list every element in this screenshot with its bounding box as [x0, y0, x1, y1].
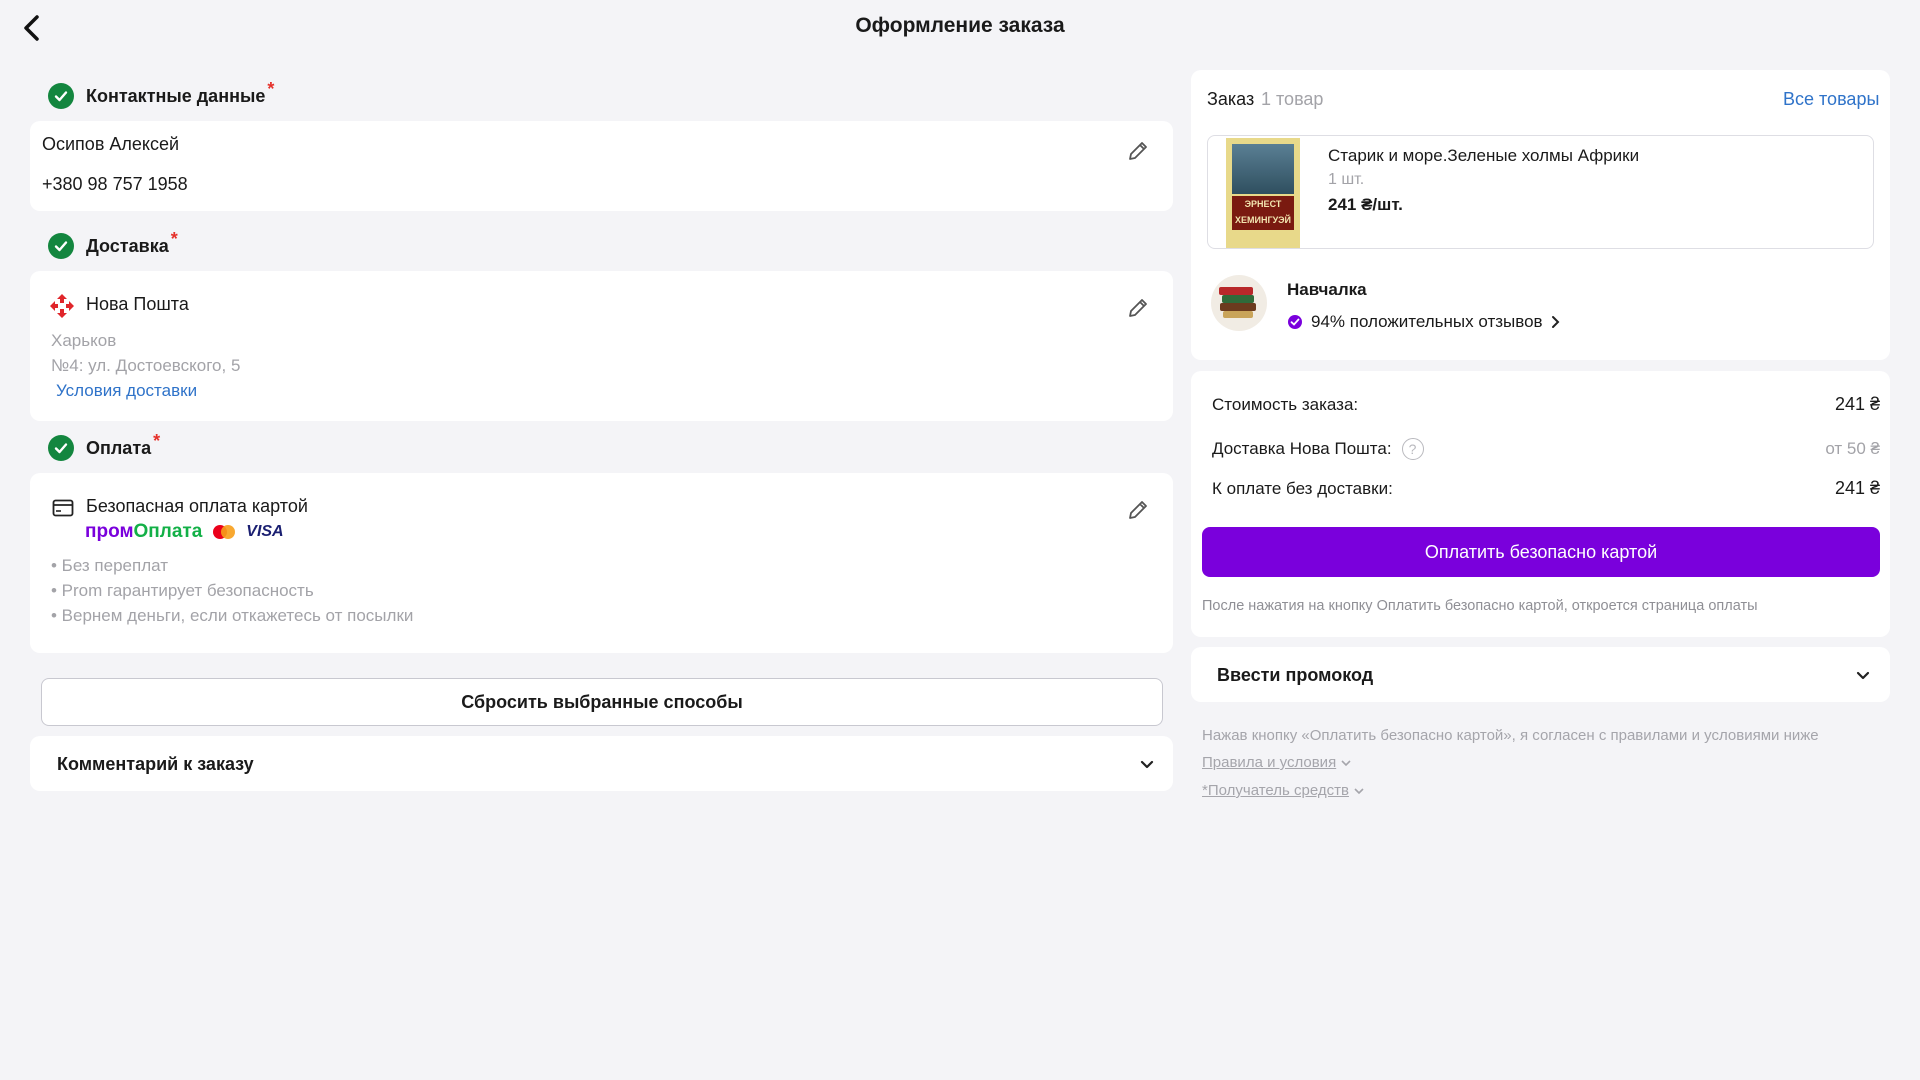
- payment-section-header: Оплата *: [48, 431, 160, 461]
- contacts-card: Осипов Алексей +380 98 757 1958: [30, 121, 1173, 211]
- order-count: 1 товар: [1261, 89, 1324, 109]
- edit-delivery-button[interactable]: [1121, 291, 1155, 325]
- rules-link[interactable]: Правила и условия: [1202, 754, 1352, 771]
- payment-benefit: • Вернем деньги, если откажетесь от посы…: [51, 606, 414, 625]
- summary-card: Стоимость заказа: 241 ₴ Доставка Нова По…: [1191, 371, 1890, 637]
- delivery-cost-value: от 50 ₴: [1825, 439, 1880, 458]
- seller-rating: 94% положительных отзывов: [1311, 312, 1543, 331]
- promo-label: Ввести промокод: [1217, 665, 1374, 685]
- delivery-branch: №4: ул. Достоевского, 5: [51, 356, 241, 375]
- payment-card: Безопасная оплата картой промОплата VISA…: [30, 473, 1173, 653]
- payment-benefit: • Prom гарантирует безопасность: [51, 581, 314, 600]
- chevron-down-icon: [1856, 668, 1870, 686]
- required-mark: *: [153, 430, 161, 451]
- chevron-down-icon: [1140, 757, 1154, 775]
- check-icon: [48, 435, 74, 461]
- book-cover-image: ЭРНЕСТ ХЕМИНГУЭЙ: [1226, 138, 1300, 248]
- seller-name: Навчалка: [1287, 280, 1367, 299]
- chevron-right-icon: [1551, 316, 1559, 328]
- order-card: Заказ 1 товар Все товары ЭРНЕСТ ХЕМИНГУЭ…: [1191, 70, 1890, 360]
- recipient-link-label: *Получатель средств: [1202, 782, 1349, 799]
- help-icon[interactable]: ?: [1401, 438, 1424, 460]
- check-icon: [48, 233, 74, 259]
- pay-securely-button[interactable]: Оплатить безопасно картой: [1202, 527, 1880, 577]
- chevron-down-icon: [1341, 759, 1351, 766]
- order-cost-row: Стоимость заказа: 241 ₴: [1212, 394, 1880, 415]
- seller-avatar-icon: [1211, 275, 1267, 331]
- check-icon: [48, 83, 74, 109]
- card-icon: [52, 499, 74, 522]
- chevron-down-icon: [1354, 787, 1364, 794]
- comment-label: Комментарий к заказу: [57, 754, 254, 774]
- rules-link-label: Правила и условия: [1202, 754, 1337, 771]
- delivery-card: Нова Пошта Харьков №4: ул. Достоевского,…: [30, 271, 1173, 421]
- book-cover-author: ХЕМИНГУЭЙ: [1235, 215, 1291, 225]
- mastercard-icon: [212, 524, 236, 540]
- payment-method: Безопасная оплата картой: [86, 496, 308, 516]
- order-item[interactable]: ЭРНЕСТ ХЕМИНГУЭЙ Старик и море.Зеленые х…: [1207, 135, 1874, 249]
- to-pay-value: 241 ₴: [1834, 478, 1880, 498]
- contact-phone: +380 98 757 1958: [42, 174, 188, 194]
- delivery-cost-label: Доставка Нова Пошта:: [1212, 439, 1392, 458]
- delivery-conditions-link[interactable]: Условия доставки: [56, 381, 197, 401]
- payment-benefit: • Без переплат: [51, 556, 168, 575]
- delivery-section-header: Доставка *: [48, 229, 178, 259]
- required-mark: *: [170, 228, 178, 249]
- edit-payment-button[interactable]: [1121, 493, 1155, 527]
- promo-code-toggle[interactable]: Ввести промокод: [1191, 647, 1890, 702]
- visa-logo: VISA: [246, 523, 284, 540]
- cost-value: 241 ₴: [1834, 394, 1880, 414]
- reset-methods-button[interactable]: Сбросить выбранные способы: [41, 678, 1163, 726]
- all-items-link[interactable]: Все товары: [1783, 89, 1879, 110]
- nova-poshta-logo-icon: [49, 293, 75, 319]
- payment-note: После нажатия на кнопку Оплатить безопас…: [1202, 598, 1758, 614]
- cost-label: Стоимость заказа:: [1212, 394, 1359, 414]
- contacts-title: Контактные данные: [86, 85, 266, 106]
- agreement-text: Нажав кнопку «Оплатить безопасно картой»…: [1202, 727, 1819, 744]
- delivery-cost-row: Доставка Нова Пошта: ? от 50 ₴: [1212, 438, 1880, 460]
- verified-badge-icon: [1288, 315, 1302, 329]
- to-pay-row: К оплате без доставки: 241 ₴: [1212, 478, 1880, 499]
- payment-title: Оплата: [86, 437, 152, 458]
- to-pay-label: К оплате без доставки:: [1212, 478, 1393, 498]
- carrier-name: Нова Пошта: [86, 294, 189, 314]
- seller-rating-link[interactable]: 94% положительных отзывов: [1287, 312, 1561, 332]
- book-cover-author: ЭРНЕСТ: [1244, 199, 1282, 209]
- contact-name: Осипов Алексей: [42, 134, 180, 154]
- pencil-icon: [1129, 501, 1147, 519]
- prom-oplata-logo: промОплата: [85, 521, 203, 542]
- order-comment-toggle[interactable]: Комментарий к заказу: [30, 736, 1173, 791]
- delivery-title: Доставка: [86, 235, 169, 256]
- required-mark: *: [267, 78, 275, 99]
- delivery-city: Харьков: [51, 331, 117, 350]
- item-title: Старик и море.Зеленые холмы Африки: [1328, 146, 1640, 165]
- page-title: Оформление заказа: [855, 14, 1065, 37]
- pencil-icon: [1129, 299, 1147, 317]
- pencil-icon: [1129, 142, 1147, 160]
- item-qty: 1 шт.: [1328, 171, 1365, 188]
- payment-brands: промОплата VISA: [85, 521, 284, 543]
- item-price: 241 ₴/шт.: [1328, 195, 1403, 214]
- recipient-link[interactable]: *Получатель средств: [1202, 782, 1365, 799]
- contacts-section-header: Контактные данные *: [48, 79, 274, 109]
- edit-contacts-button[interactable]: [1121, 134, 1155, 168]
- order-label: Заказ: [1207, 89, 1255, 109]
